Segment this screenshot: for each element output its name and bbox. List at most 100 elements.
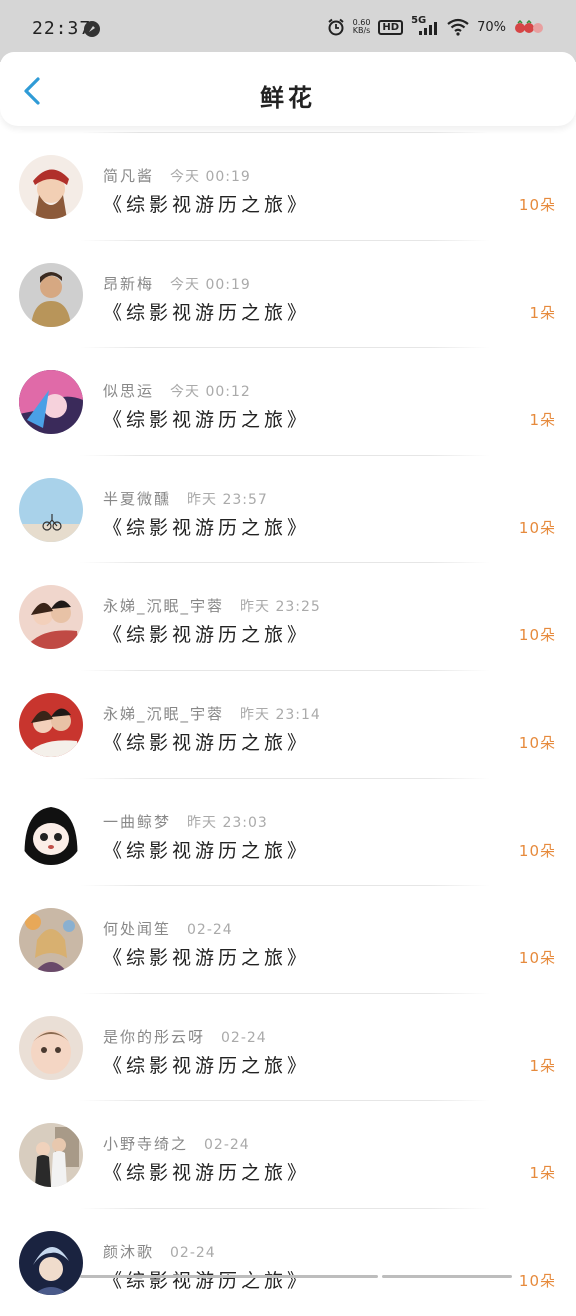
list-item[interactable]: 小野寺绮之02-24 《综影视游历之旅》 1朵 (0, 1100, 576, 1208)
send-time: 昨天 23:14 (240, 707, 321, 723)
book-title: 《综影视游历之旅》 (103, 1051, 310, 1078)
avatar[interactable] (19, 478, 83, 542)
sender-info: 似思运今天 00:12 (103, 380, 251, 401)
flower-count: 10朵 (519, 840, 556, 861)
divider (80, 670, 490, 671)
avatar[interactable] (19, 1016, 83, 1080)
divider (80, 885, 490, 886)
header: 鲜花 (0, 52, 576, 126)
avatar-image (19, 1231, 83, 1295)
avatar[interactable] (19, 801, 83, 865)
send-time: 昨天 23:03 (187, 815, 268, 831)
sender-info: 昂新梅今天 00:19 (103, 273, 251, 294)
divider (80, 132, 490, 133)
sender-info: 永娣_沉眠_宇蓉昨天 23:25 (103, 595, 321, 616)
send-time: 昨天 23:57 (187, 492, 268, 508)
flower-count: 1朵 (529, 409, 556, 430)
avatar-image (19, 585, 83, 649)
avatar-image (19, 1123, 83, 1187)
divider (80, 347, 490, 348)
flower-count: 10朵 (519, 947, 556, 968)
avatar[interactable] (19, 693, 83, 757)
net-speed: 0.60 KB/s (353, 19, 371, 35)
book-title: 《综影视游历之旅》 (103, 728, 310, 755)
book-title: 《综影视游历之旅》 (103, 836, 310, 863)
sender-name: 永娣_沉眠_宇蓉 (103, 597, 224, 615)
avatar[interactable] (19, 1231, 83, 1295)
avatar-image (19, 693, 83, 757)
sender-name: 小野寺绮之 (103, 1135, 188, 1153)
sender-name: 简凡酱 (103, 167, 154, 185)
send-time: 今天 00:12 (170, 384, 251, 400)
avatar-image (19, 263, 83, 327)
avatar-image (19, 155, 83, 219)
flower-count: 10朵 (519, 624, 556, 645)
flower-record-list: 简凡酱今天 00:19 《综影视游历之旅》 10朵 昂新梅今天 00:19 《综… (0, 132, 576, 1316)
sender-info: 是你的彤云呀02-24 (103, 1026, 267, 1047)
list-item[interactable]: 永娣_沉眠_宇蓉昨天 23:14 《综影视游历之旅》 10朵 (0, 670, 576, 778)
list-item[interactable]: 是你的彤云呀02-24 《综影视游历之旅》 1朵 (0, 993, 576, 1101)
book-title: 《综影视游历之旅》 (103, 1158, 310, 1185)
send-time: 02-24 (204, 1137, 250, 1153)
send-time: 02-24 (170, 1245, 216, 1261)
list-item[interactable]: 简凡酱今天 00:19 《综影视游历之旅》 10朵 (0, 132, 576, 240)
divider (80, 455, 490, 456)
sender-info: 简凡酱今天 00:19 (103, 165, 251, 186)
list-item[interactable]: 昂新梅今天 00:19 《综影视游历之旅》 1朵 (0, 240, 576, 348)
avatar[interactable] (19, 585, 83, 649)
sender-name: 是你的彤云呀 (103, 1028, 205, 1046)
list-item[interactable]: 似思运今天 00:12 《综影视游历之旅》 1朵 (0, 347, 576, 455)
sender-info: 半夏微醺昨天 23:57 (103, 488, 268, 509)
send-time: 今天 00:19 (170, 277, 251, 293)
avatar[interactable] (19, 1123, 83, 1187)
list-item[interactable]: 半夏微醺昨天 23:57 《综影视游历之旅》 10朵 (0, 455, 576, 563)
book-title: 《综影视游历之旅》 (103, 190, 310, 217)
avatar-image (19, 370, 83, 434)
divider (80, 993, 490, 994)
sender-name: 颜沐歌 (103, 1243, 154, 1261)
battery-strawberry-icon (514, 20, 546, 34)
sender-name: 何处闻笙 (103, 920, 171, 938)
sender-name: 昂新梅 (103, 275, 154, 293)
avatar[interactable] (19, 908, 83, 972)
flower-count: 1朵 (529, 1055, 556, 1076)
divider (80, 1100, 490, 1101)
page-title: 鲜花 (0, 78, 576, 113)
sender-info: 永娣_沉眠_宇蓉昨天 23:14 (103, 703, 321, 724)
alarm-icon (327, 18, 345, 36)
battery-percent: 70% (477, 20, 506, 35)
flower-count: 10朵 (519, 1270, 556, 1291)
list-item[interactable]: 颜沐歌 02-24 《综影视游历之旅》 10朵 (0, 1208, 576, 1316)
avatar-image (19, 801, 83, 865)
sender-name: 永娣_沉眠_宇蓉 (103, 705, 224, 723)
avatar-image (19, 1016, 83, 1080)
avatar-image (19, 478, 83, 542)
flower-count: 10朵 (519, 517, 556, 538)
net-speed-unit: KB/s (353, 27, 371, 35)
signal-bars-icon (411, 18, 439, 36)
list-item[interactable]: 何处闻笙 02-24 《综影视游历之旅》 10朵 (0, 885, 576, 993)
book-title: 《综影视游历之旅》 (103, 943, 310, 970)
book-title: 《综影视游历之旅》 (103, 620, 310, 647)
list-item[interactable]: 永娣_沉眠_宇蓉昨天 23:25 《综影视游历之旅》 10朵 (0, 562, 576, 670)
sender-info: 一曲鲸梦昨天 23:03 (103, 811, 268, 832)
scroll-indicator-right (382, 1275, 512, 1278)
avatar[interactable] (19, 370, 83, 434)
book-title: 《综影视游历之旅》 (103, 1266, 310, 1293)
list-item[interactable]: 一曲鲸梦昨天 23:03 《综影视游历之旅》 10朵 (0, 778, 576, 886)
book-title: 《综影视游历之旅》 (103, 298, 310, 325)
send-time: 02-24 (187, 922, 233, 938)
avatar[interactable] (19, 155, 83, 219)
flower-count: 10朵 (519, 732, 556, 753)
divider (80, 240, 490, 241)
avatar-image (19, 908, 83, 972)
avatar[interactable] (19, 263, 83, 327)
sender-info: 颜沐歌 02-24 (103, 1241, 216, 1262)
cellular-signal: 5G (411, 18, 439, 36)
hd-icon: HD (378, 20, 403, 35)
wifi-icon (447, 18, 469, 36)
send-time: 昨天 23:25 (240, 599, 321, 615)
status-icons: 0.60 KB/s HD 5G 70% (327, 18, 546, 36)
sender-name: 似思运 (103, 382, 154, 400)
app-notification-icon (83, 20, 101, 38)
